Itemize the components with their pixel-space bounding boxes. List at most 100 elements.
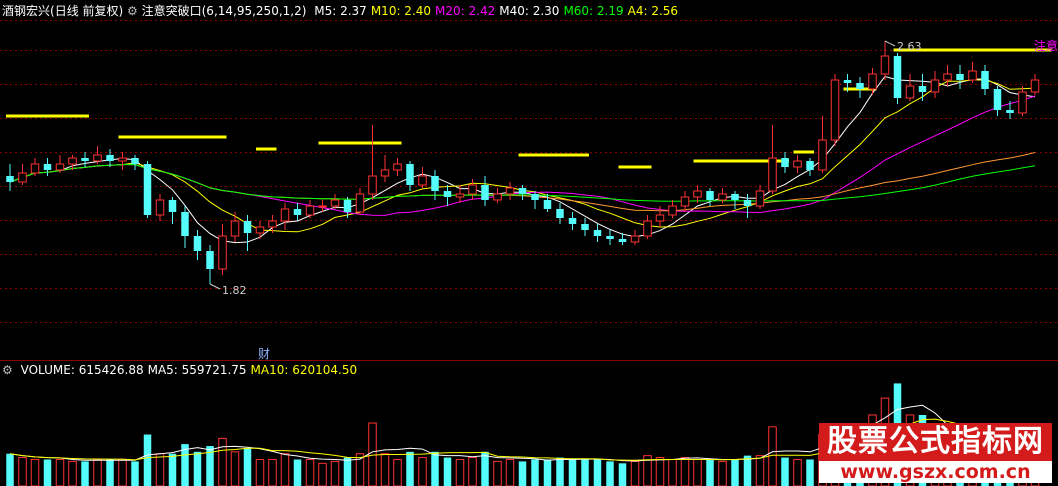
candle-body xyxy=(868,73,877,90)
volume-bar xyxy=(93,458,102,486)
volume-bar xyxy=(106,459,114,486)
candle-body xyxy=(393,163,402,171)
high-label: 2.63 xyxy=(897,40,922,53)
volume-bar xyxy=(481,451,489,486)
volume-bar xyxy=(630,460,640,486)
settings-gear-icon[interactable]: ⚙ xyxy=(127,4,138,18)
notice-tag: 注意 xyxy=(1034,38,1058,53)
candle-body xyxy=(880,55,890,75)
ma5-line xyxy=(9,75,1036,244)
candle-body xyxy=(55,163,65,171)
volume-bar xyxy=(455,458,465,486)
volume-bar xyxy=(743,455,752,486)
volume-bar xyxy=(380,453,390,486)
candle-body xyxy=(368,175,377,195)
volume-bar xyxy=(493,460,502,486)
candle-body xyxy=(693,190,702,198)
volume-bar xyxy=(143,434,152,486)
volume-bar xyxy=(268,458,277,486)
stock-name[interactable]: 酒钢宏兴 xyxy=(2,4,50,18)
candle-body xyxy=(431,176,439,191)
volume-bar xyxy=(718,460,727,486)
candle-body xyxy=(280,208,290,222)
volume-bar xyxy=(543,459,552,486)
volume-bar xyxy=(768,426,777,486)
candle-body xyxy=(1006,110,1014,113)
ma-readout-2: M20: 2.42 xyxy=(435,4,496,18)
candle-body xyxy=(680,196,690,207)
signal-bar xyxy=(618,165,652,169)
signal-bar xyxy=(118,135,227,139)
signal-bar xyxy=(6,114,89,118)
candle-body xyxy=(718,193,727,201)
candle-body xyxy=(131,158,139,164)
candle-body xyxy=(568,218,577,224)
candle-body xyxy=(830,79,840,141)
candle-body xyxy=(293,209,302,215)
volume-bar xyxy=(418,457,427,486)
volume-bar xyxy=(556,457,564,486)
candle-body xyxy=(905,85,915,99)
candle-body xyxy=(668,205,677,216)
candle-body xyxy=(606,236,614,239)
volume-bar xyxy=(305,458,315,486)
candle-body xyxy=(993,89,1002,110)
candle-body xyxy=(505,187,515,195)
candle-body xyxy=(930,79,940,93)
candle-body xyxy=(6,176,14,182)
candle-body xyxy=(768,157,777,192)
ma-readout-1: M10: 2.40 xyxy=(370,4,432,18)
candle-body xyxy=(518,188,527,194)
volume-bar xyxy=(81,461,89,486)
volume-bar xyxy=(431,451,439,486)
signal-bar xyxy=(518,153,589,157)
volume-bar xyxy=(505,458,515,486)
candle-body xyxy=(943,73,952,81)
volume-bar xyxy=(343,457,352,486)
candle-body xyxy=(806,161,814,170)
candle-body xyxy=(443,191,452,197)
volume-bar xyxy=(6,453,14,486)
volume-bar xyxy=(318,462,327,486)
candle-body xyxy=(155,199,165,216)
high-pointer xyxy=(884,40,896,47)
volume-bar xyxy=(581,459,589,486)
volume-settings-gear-icon[interactable]: ⚙ xyxy=(2,363,13,377)
volume-bar xyxy=(230,451,240,486)
candle-body xyxy=(493,193,502,201)
candle-body xyxy=(380,169,390,177)
candle-body xyxy=(556,209,564,218)
candle-body xyxy=(81,158,89,161)
volume-bar xyxy=(755,455,765,486)
kline-chart[interactable]: 2.63 1.82 注意财 xyxy=(0,0,1058,486)
indicator-name[interactable]: 注意突破口(6,14,95,250,1,2) xyxy=(142,4,307,18)
candle-body xyxy=(68,157,77,165)
volume-bar xyxy=(30,458,40,486)
signal-bar xyxy=(318,141,402,145)
volume-bar xyxy=(731,459,739,486)
candle-body xyxy=(355,193,365,213)
candle-body xyxy=(531,194,539,200)
candle-body xyxy=(1030,79,1040,93)
watermark-url: www.gszx.com.cn xyxy=(819,461,1052,483)
candle-body xyxy=(343,200,352,212)
candle-body xyxy=(118,157,127,162)
cai-tag: 财 xyxy=(258,347,270,361)
volume-bar xyxy=(243,447,252,486)
volume-readouts: VOLUME: 615426.88 MA5: 559721.75 MA10: 620… xyxy=(17,363,358,377)
candle-body xyxy=(230,220,240,237)
candle-body xyxy=(731,194,739,200)
volume-bar xyxy=(280,453,290,486)
volume-bar xyxy=(593,459,602,486)
price-header: 酒钢宏兴(日线 前复权) ⚙ 注意突破口(6,14,95,250,1,2) M5… xyxy=(2,2,678,19)
moving-average-lines xyxy=(9,75,1036,244)
signal-bar xyxy=(793,150,814,154)
candle-body xyxy=(918,86,927,92)
candle-body xyxy=(143,164,152,215)
volume-bar xyxy=(118,458,127,486)
volume-bar xyxy=(668,458,677,486)
candle-body xyxy=(981,71,989,89)
volume-bar xyxy=(218,437,227,486)
volume-bar xyxy=(793,458,802,486)
candle-body xyxy=(481,185,489,200)
